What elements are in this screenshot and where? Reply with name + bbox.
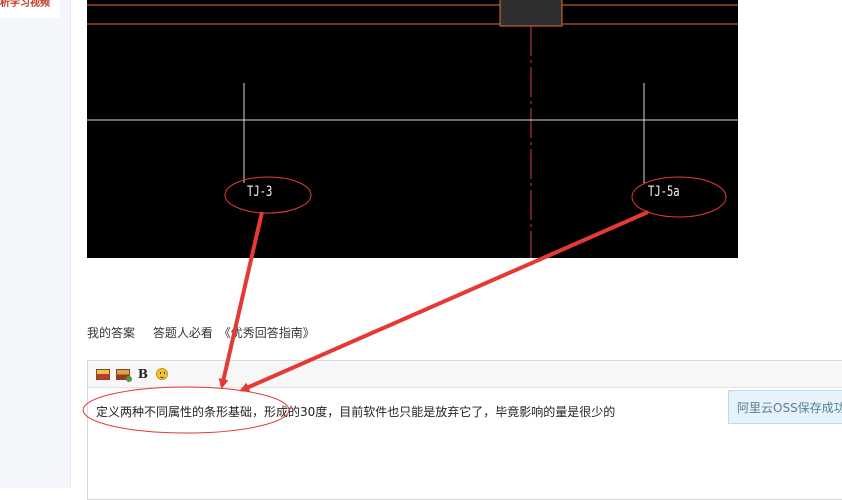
cad-label-tj5a: TJ-5a xyxy=(648,184,680,200)
answerer-must-read-link[interactable]: 答题人必看 xyxy=(153,326,213,340)
good-answer-guide-link[interactable]: 《优秀回答指南》 xyxy=(219,326,315,340)
emoji-icon[interactable] xyxy=(156,368,168,380)
answer-links-bar: 我的答案 答题人必看 《优秀回答指南》 xyxy=(87,324,329,341)
bold-icon[interactable]: B xyxy=(136,367,150,381)
oss-save-toast: 阿里云OSS保存成功 xyxy=(728,390,842,424)
cad-column-block xyxy=(499,0,563,27)
sidebar-video-link[interactable]: 析学习视频 xyxy=(0,0,60,18)
insert-image-icon[interactable] xyxy=(96,368,110,380)
answer-editor[interactable]: B 定义两种不同属性的条形基础，形成的30度，目前软件也只能是放弃它了，毕竟影响… xyxy=(87,360,842,500)
upload-image-icon[interactable] xyxy=(116,368,132,382)
editor-content-text[interactable]: 定义两种不同属性的条形基础，形成的30度，目前软件也只能是放弃它了，毕竟影响的量… xyxy=(96,403,615,420)
my-answer-link[interactable]: 我的答案 xyxy=(87,326,135,340)
left-sidebar: 析学习视频 xyxy=(0,0,71,488)
cad-drawing-image: TJ-3 TJ-5a xyxy=(87,0,738,258)
cad-drawing xyxy=(87,0,738,258)
cad-label-tj3: TJ-3 xyxy=(247,184,273,200)
editor-toolbar: B xyxy=(88,361,842,388)
